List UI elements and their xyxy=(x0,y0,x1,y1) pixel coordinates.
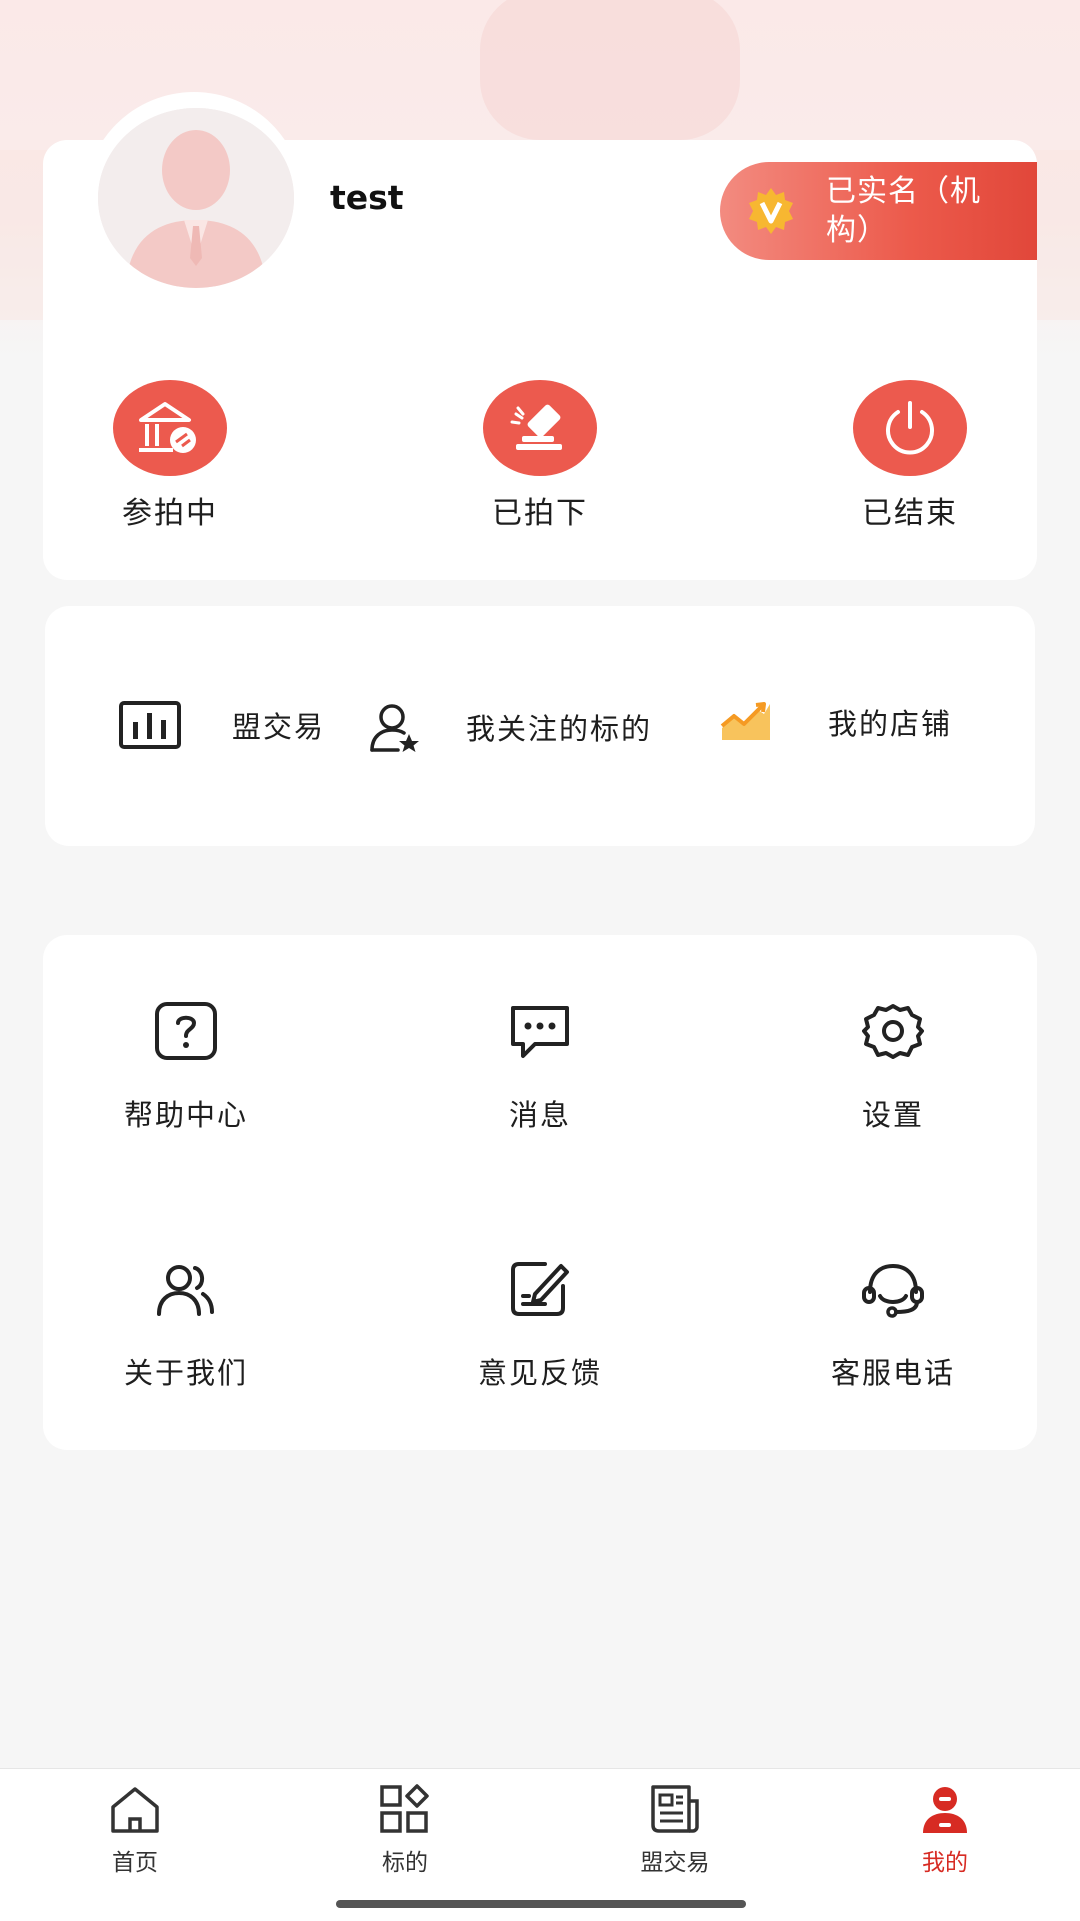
quick-link-alliance-trade[interactable]: 盟交易 xyxy=(118,700,325,750)
verification-badge[interactable]: 已实名（机 构） xyxy=(720,162,1037,260)
quick-link-label: 我关注的标的 xyxy=(466,712,653,746)
power-icon xyxy=(853,380,967,476)
quick-link-my-store[interactable]: 我的店铺 xyxy=(720,700,952,744)
verification-text-line2: 构） xyxy=(826,213,888,248)
header-decoration xyxy=(480,0,740,140)
tab-home[interactable]: 首页 xyxy=(35,1783,235,1877)
home-icon xyxy=(111,1787,159,1833)
message-icon xyxy=(511,1006,569,1058)
grid-item-label: 帮助中心 xyxy=(123,1098,248,1132)
grid-item-label: 意见反馈 xyxy=(477,1356,602,1390)
status-label: 已结束 xyxy=(862,496,958,531)
v-badge-icon xyxy=(749,188,793,234)
tab-alliance-trade[interactable]: 盟交易 xyxy=(575,1783,775,1877)
quick-link-followed-items[interactable]: 我关注的标的 xyxy=(368,700,652,754)
username: test xyxy=(330,178,404,217)
grid-item-customer-service[interactable]: 客服电话 xyxy=(763,1258,1023,1392)
gear-icon xyxy=(862,1004,924,1059)
grid-item-messages[interactable]: 消息 xyxy=(410,1000,670,1134)
default-avatar-icon xyxy=(98,108,294,288)
quick-link-label: 盟交易 xyxy=(232,710,326,744)
headset-icon xyxy=(862,1263,924,1318)
verification-text: 已实名（机 构） xyxy=(826,172,1026,250)
verification-text-line1: 已实名（机 xyxy=(826,174,981,209)
news-icon xyxy=(651,1785,699,1833)
apps-icon xyxy=(380,1784,429,1833)
edit-note-icon xyxy=(511,1262,569,1316)
tab-items[interactable]: 标的 xyxy=(305,1783,505,1877)
profile-icon xyxy=(923,1787,967,1833)
tab-label: 我的 xyxy=(922,1850,968,1876)
tab-label: 盟交易 xyxy=(640,1850,710,1876)
grid-item-label: 设置 xyxy=(861,1098,924,1132)
tab-label: 标的 xyxy=(382,1850,428,1876)
bottom-tab-bar: 首页 标的 盟交易 我的 xyxy=(0,1768,1080,1921)
quick-link-label: 我的店铺 xyxy=(828,707,953,741)
grid-item-label: 消息 xyxy=(508,1098,571,1132)
tab-label: 首页 xyxy=(112,1850,158,1876)
grid-item-label: 关于我们 xyxy=(123,1356,248,1390)
grid-item-label: 客服电话 xyxy=(830,1356,955,1390)
trend-chart-icon xyxy=(720,702,770,740)
grid-item-about-us[interactable]: 关于我们 xyxy=(56,1258,316,1392)
help-icon xyxy=(155,1002,217,1060)
bar-chart-icon xyxy=(119,701,181,749)
auction-house-icon xyxy=(113,380,227,476)
status-label: 参拍中 xyxy=(122,496,218,531)
avatar[interactable] xyxy=(98,108,294,288)
gavel-icon xyxy=(483,380,597,476)
grid-item-settings[interactable]: 设置 xyxy=(763,1000,1023,1134)
home-indicator xyxy=(336,1900,746,1908)
tab-mine[interactable]: 我的 xyxy=(845,1783,1045,1877)
users-icon xyxy=(157,1265,214,1316)
grid-item-feedback[interactable]: 意见反馈 xyxy=(410,1258,670,1392)
user-star-icon xyxy=(370,704,419,752)
grid-item-help-center[interactable]: 帮助中心 xyxy=(56,1000,316,1134)
status-label: 已拍下 xyxy=(492,496,588,531)
